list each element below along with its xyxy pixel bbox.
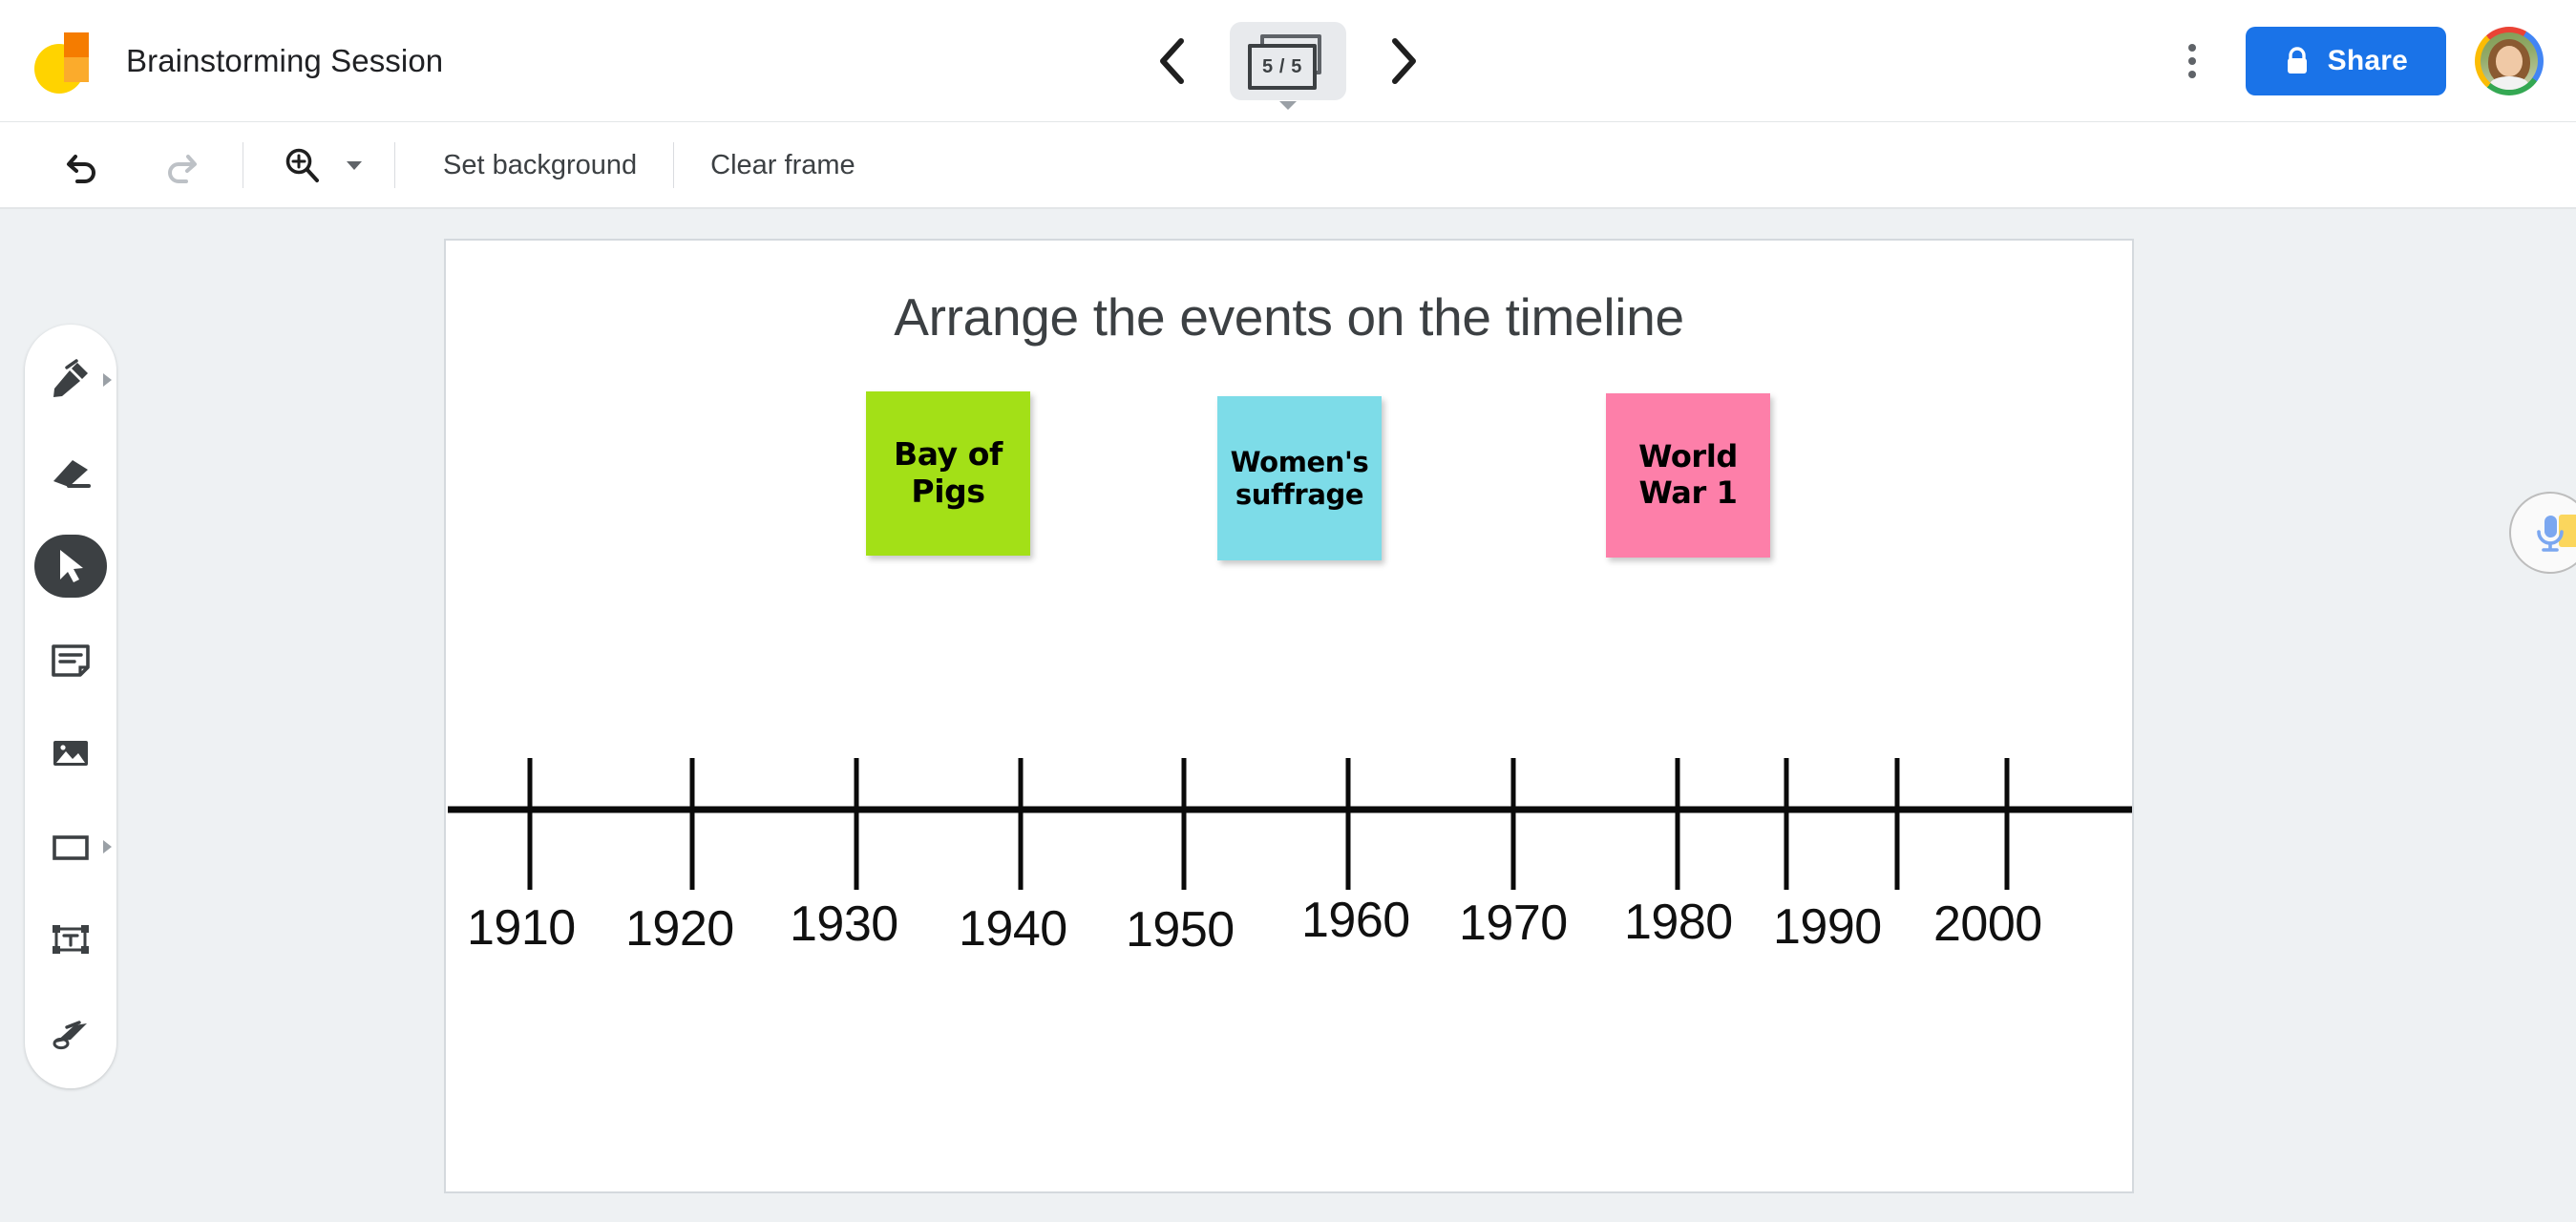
document-title[interactable]: Brainstorming Session bbox=[126, 43, 443, 79]
undo-icon bbox=[67, 155, 95, 183]
laser-pointer-icon bbox=[53, 1021, 87, 1050]
microphone-icon bbox=[2537, 516, 2564, 552]
zoom-caret-down-icon[interactable] bbox=[347, 160, 362, 170]
shape-submenu-caret-icon[interactable] bbox=[103, 839, 112, 853]
sticky-note-text: World War 1 bbox=[1638, 438, 1738, 511]
timeline-year-label: 1960 bbox=[1301, 893, 1410, 948]
pen-submenu-caret-icon[interactable] bbox=[103, 373, 112, 387]
timeline-year-label: 1940 bbox=[959, 901, 1067, 957]
textbox-tool[interactable] bbox=[32, 905, 110, 974]
timeline-year-label: 1950 bbox=[1126, 902, 1235, 958]
app-header: Brainstorming Session 5 / 5 Share bbox=[0, 0, 2576, 122]
toolbar-separator-2 bbox=[394, 142, 395, 188]
timeline-year-label: 1970 bbox=[1459, 895, 1568, 951]
timeline-year-label: 1920 bbox=[625, 901, 734, 957]
timeline-year-label: 1930 bbox=[790, 896, 898, 952]
pen-tool[interactable] bbox=[32, 346, 112, 414]
sticky-note-text: Bay of Pigs bbox=[893, 435, 1003, 510]
frame-title-text: Arrange the events on the timeline bbox=[894, 287, 1684, 347]
timeline-year-label: 2000 bbox=[1933, 896, 2042, 952]
laser-tool[interactable] bbox=[32, 999, 110, 1067]
kebab-menu-icon[interactable] bbox=[2167, 36, 2217, 86]
image-tool[interactable] bbox=[32, 719, 110, 788]
sticky-note-icon bbox=[52, 644, 90, 677]
eraser-tool[interactable] bbox=[32, 439, 110, 508]
sticky-note[interactable]: World War 1 bbox=[1606, 393, 1770, 558]
sticky-note[interactable]: Bay of Pigs bbox=[866, 391, 1030, 556]
tool-palette bbox=[25, 325, 116, 1088]
image-icon bbox=[53, 740, 88, 766]
voice-typing-button[interactable] bbox=[2509, 492, 2576, 574]
user-avatar[interactable] bbox=[2475, 27, 2544, 95]
select-tool[interactable] bbox=[32, 532, 110, 600]
rectangle-icon bbox=[53, 834, 89, 860]
edit-toolbar: Set background Clear frame bbox=[0, 122, 2576, 208]
timeline-drawing bbox=[448, 758, 2132, 890]
lock-icon bbox=[2287, 47, 2307, 74]
next-frame-button[interactable] bbox=[1379, 36, 1428, 86]
timeline-year-label: 1980 bbox=[1624, 895, 1733, 950]
header-left-group: Brainstorming Session bbox=[34, 0, 443, 122]
share-button-label: Share bbox=[2327, 45, 2408, 76]
frame-selector-button[interactable]: 5 / 5 bbox=[1230, 22, 1346, 110]
sticky-note-text: Women's suffrage bbox=[1230, 445, 1369, 511]
zoom-button[interactable] bbox=[272, 136, 331, 195]
shape-tool[interactable] bbox=[32, 812, 112, 881]
timeline-year-label: 1990 bbox=[1773, 899, 1882, 955]
timeline-year-label: 1910 bbox=[467, 900, 576, 956]
eraser-icon bbox=[53, 459, 91, 488]
sticky-note[interactable]: Women's suffrage bbox=[1217, 396, 1382, 560]
pen-icon bbox=[53, 359, 88, 397]
caret-down-icon[interactable] bbox=[1279, 101, 1297, 110]
clear-frame-button[interactable]: Clear frame bbox=[686, 150, 880, 181]
frame-counter: 5 / 5 bbox=[1262, 55, 1302, 77]
cursor-arrow-icon bbox=[60, 550, 83, 583]
frame-navigator: 5 / 5 bbox=[1148, 0, 1428, 122]
zoom-in-icon bbox=[285, 148, 319, 182]
undo-button[interactable] bbox=[53, 136, 113, 195]
toolbar-divider bbox=[0, 207, 2576, 209]
redo-button[interactable] bbox=[151, 136, 210, 195]
set-background-button[interactable]: Set background bbox=[418, 150, 662, 181]
header-right-group: Share bbox=[2167, 0, 2544, 122]
jamboard-logo-icon bbox=[34, 29, 94, 94]
share-button[interactable]: Share bbox=[2245, 27, 2446, 95]
frame-front-icon: 5 / 5 bbox=[1248, 44, 1317, 90]
jam-frame-canvas[interactable]: Arrange the events on the timeline Bay o… bbox=[444, 239, 2134, 1193]
previous-frame-button[interactable] bbox=[1148, 36, 1197, 86]
sticky-note-tool[interactable] bbox=[32, 625, 110, 694]
redo-icon bbox=[168, 155, 197, 183]
toolbar-separator-3 bbox=[673, 142, 675, 188]
text-box-icon bbox=[53, 925, 89, 955]
